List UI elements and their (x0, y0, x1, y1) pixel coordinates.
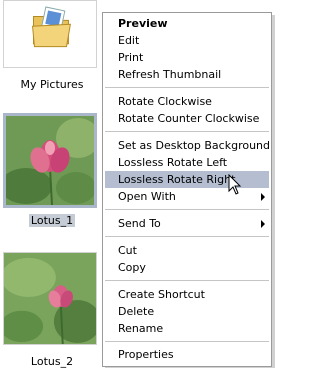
menu-item-lossless-rotate-right[interactable]: Lossless Rotate Right (105, 171, 269, 188)
menu-item-rotate-counter-clockwise[interactable]: Rotate Counter Clockwise (105, 110, 269, 127)
menu-item-refresh-thumbnail[interactable]: Refresh Thumbnail (105, 66, 269, 83)
menu-item-cut[interactable]: Cut (105, 242, 269, 259)
thumbnail-lotus-1[interactable] (3, 113, 97, 208)
menu-item-lossless-rotate-left[interactable]: Lossless Rotate Left (105, 154, 269, 171)
lotus-flower-image (6, 116, 94, 205)
menu-item-print[interactable]: Print (105, 49, 269, 66)
menu-item-rename[interactable]: Rename (105, 320, 269, 337)
menu-item-set-desktop-background[interactable]: Set as Desktop Background (105, 137, 270, 154)
thumbnail-caption-selected[interactable]: Lotus_1 (0, 214, 104, 227)
menu-separator (105, 209, 269, 210)
thumbnail-lotus-2[interactable] (3, 252, 97, 345)
thumbnail-my-pictures[interactable] (3, 0, 97, 68)
pictures-folder-icon (31, 6, 71, 48)
menu-item-properties[interactable]: Properties (105, 346, 269, 363)
menu-item-send-to[interactable]: Send To (105, 215, 269, 232)
menu-item-edit[interactable]: Edit (105, 32, 269, 49)
menu-item-delete[interactable]: Delete (105, 303, 269, 320)
menu-item-copy[interactable]: Copy (105, 259, 269, 276)
menu-item-rotate-clockwise[interactable]: Rotate Clockwise (105, 93, 269, 110)
menu-separator (105, 131, 269, 132)
menu-separator (105, 280, 269, 281)
mouse-pointer-icon (228, 174, 242, 195)
submenu-arrow-icon (261, 220, 265, 228)
context-menu: Preview Edit Print Refresh Thumbnail Rot… (102, 12, 272, 367)
menu-separator (105, 341, 269, 342)
menu-item-open-with[interactable]: Open With (105, 188, 269, 205)
menu-separator (105, 87, 269, 88)
menu-item-create-shortcut[interactable]: Create Shortcut (105, 286, 269, 303)
thumbnail-caption[interactable]: Lotus_2 (0, 355, 104, 368)
menu-item-preview[interactable]: Preview (105, 15, 269, 32)
thumbnail-caption[interactable]: My Pictures (0, 78, 104, 91)
lotus-flower-image (4, 253, 96, 344)
menu-separator (105, 236, 269, 237)
submenu-arrow-icon (261, 193, 265, 201)
